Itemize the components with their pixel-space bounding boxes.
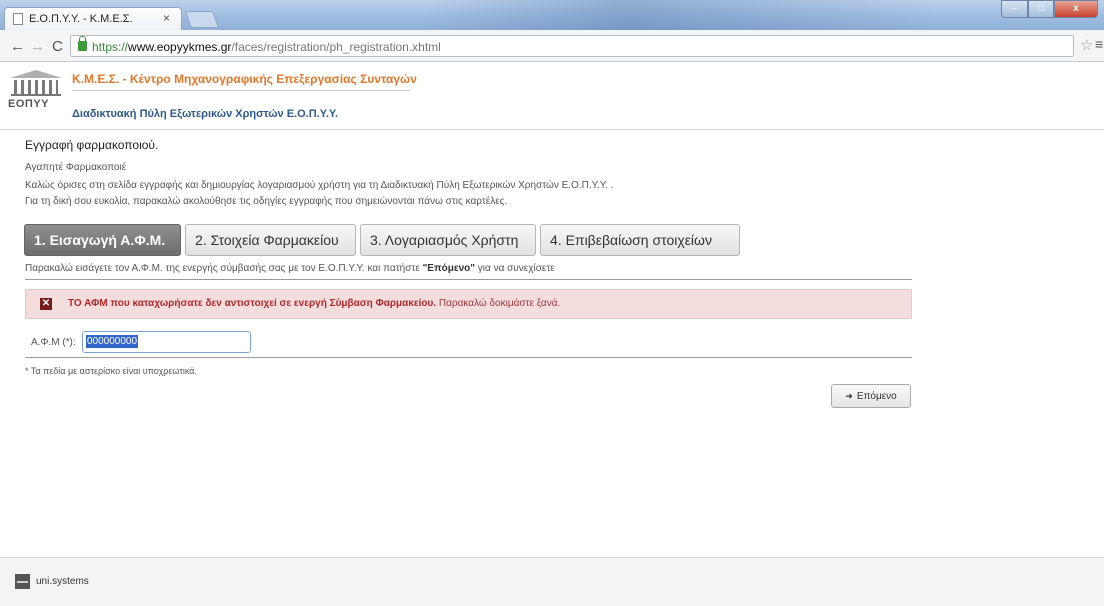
company-name: uni.systems bbox=[36, 576, 89, 587]
afm-label: Α.Φ.Μ (*): bbox=[31, 337, 76, 348]
intro-text-1: Καλώς όρισες στη σελίδα εγγραφής και δημ… bbox=[25, 180, 614, 191]
section-divider bbox=[25, 279, 912, 280]
instruction-pre: Παρακαλώ εισάγετε τον Α.Φ.Μ. της ενεργής… bbox=[25, 263, 423, 274]
unisystems-logo-icon bbox=[15, 574, 30, 589]
url-text[interactable]: https://www.eopyykmes.gr/faces/registrat… bbox=[92, 40, 441, 54]
new-tab-button[interactable] bbox=[184, 11, 220, 28]
instruction-post: για να συνεχίσετε bbox=[475, 263, 555, 274]
form-divider bbox=[25, 357, 912, 358]
reload-icon[interactable]: C bbox=[52, 38, 63, 55]
logo-pillars bbox=[14, 80, 58, 94]
url-path: /faces/registration/ph_registration.xhtm… bbox=[231, 40, 441, 54]
footer: uni.systems bbox=[0, 558, 1104, 606]
error-message-box: ✕ ΤΟ ΑΦΜ που καταχωρήσατε δεν αντιστοιχε… bbox=[25, 289, 912, 319]
logo-base bbox=[11, 94, 61, 96]
titlebar-glare bbox=[420, 0, 940, 30]
minimize-button[interactable]: – bbox=[1001, 0, 1028, 18]
instruction-next-word: "Επόμενο" bbox=[422, 263, 476, 274]
bookmark-star-icon[interactable]: ☆ bbox=[1080, 36, 1093, 54]
page-icon bbox=[13, 13, 23, 25]
required-fields-note: * Τα πεδία με αστερίσκο είναι υποχρεωτικ… bbox=[25, 366, 197, 376]
logo-text: ΕΟΠΥΥ bbox=[8, 98, 50, 110]
back-arrow-icon[interactable]: ← bbox=[10, 38, 25, 55]
kmes-title: Κ.Μ.Ε.Σ. - Κέντρο Μηχανογραφικής Επεξεργ… bbox=[72, 72, 417, 86]
browser-toolbar: ← → C https://www.eopyykmes.gr/faces/reg… bbox=[0, 30, 1104, 62]
portal-title: Διαδικτυακή Πύλη Εξωτερικών Χρηστών Ε.Ο.… bbox=[72, 108, 339, 120]
error-icon: ✕ bbox=[40, 298, 52, 310]
url-scheme: https:// bbox=[92, 40, 129, 54]
browser-tab[interactable]: Ε.Ο.Π.Υ.Υ. - Κ.Μ.Ε.Σ. × bbox=[4, 7, 182, 30]
header-divider bbox=[72, 90, 410, 91]
error-message: ΤΟ ΑΦΜ που καταχωρήσατε δεν αντιστοιχεί … bbox=[68, 298, 560, 309]
maximize-button[interactable]: □ bbox=[1028, 0, 1054, 18]
browser-titlebar: Ε.Ο.Π.Υ.Υ. - Κ.Μ.Ε.Σ. × – □ x bbox=[0, 0, 1104, 30]
tab-step-confirm[interactable]: 4. Επιβεβαίωση στοιχείων bbox=[540, 224, 740, 256]
site-header: ΕΟΠΥΥ Κ.Μ.Ε.Σ. - Κέντρο Μηχανογραφικής Ε… bbox=[0, 62, 1104, 130]
logo-roof bbox=[10, 70, 62, 78]
instruction-text: Παρακαλώ εισάγετε τον Α.Φ.Μ. της ενεργής… bbox=[25, 263, 555, 274]
forward-arrow-icon[interactable]: → bbox=[30, 38, 45, 55]
page-title: Εγγραφή φαρμακοποιού. bbox=[25, 138, 159, 152]
greeting-text: Αγαπητέ Φαρμακοποιέ bbox=[25, 162, 127, 173]
next-button-label: Επόμενο bbox=[856, 391, 897, 402]
browser-menu-icon[interactable]: ≡ bbox=[1095, 36, 1103, 52]
tab-title: Ε.Ο.Π.Υ.Υ. - Κ.Μ.Ε.Σ. bbox=[29, 13, 133, 25]
afm-selected-text: 000000000 bbox=[86, 335, 139, 348]
address-bar[interactable]: https://www.eopyykmes.gr/faces/registrat… bbox=[70, 35, 1074, 57]
url-host: www.eopyykmes.gr bbox=[128, 40, 232, 54]
registration-steps: 1. Εισαγωγή Α.Φ.Μ. 2. Στοιχεία Φαρμακείο… bbox=[24, 224, 740, 256]
tab-close-icon[interactable]: × bbox=[163, 11, 170, 25]
intro-text-2: Για τη δική σου ευκολία, παρακαλώ ακολού… bbox=[25, 196, 508, 207]
tab-step-account[interactable]: 3. Λογαριασμός Χρήστη bbox=[360, 224, 536, 256]
next-button[interactable]: ➜ Επόμενο bbox=[831, 384, 911, 408]
tab-step-afm[interactable]: 1. Εισαγωγή Α.Φ.Μ. bbox=[24, 224, 181, 256]
window-controls: – □ x bbox=[1001, 0, 1098, 18]
close-window-button[interactable]: x bbox=[1054, 0, 1098, 18]
lock-icon bbox=[78, 36, 87, 51]
tab-step-pharmacy[interactable]: 2. Στοιχεία Φαρμακείου bbox=[185, 224, 356, 256]
eopyy-logo[interactable]: ΕΟΠΥΥ bbox=[8, 68, 68, 128]
error-bold: ΤΟ ΑΦΜ που καταχωρήσατε δεν αντιστοιχεί … bbox=[68, 298, 437, 309]
error-tail: Παρακαλώ δοκιμάστε ξανά. bbox=[436, 298, 561, 309]
arrow-right-icon: ➜ bbox=[845, 391, 853, 401]
